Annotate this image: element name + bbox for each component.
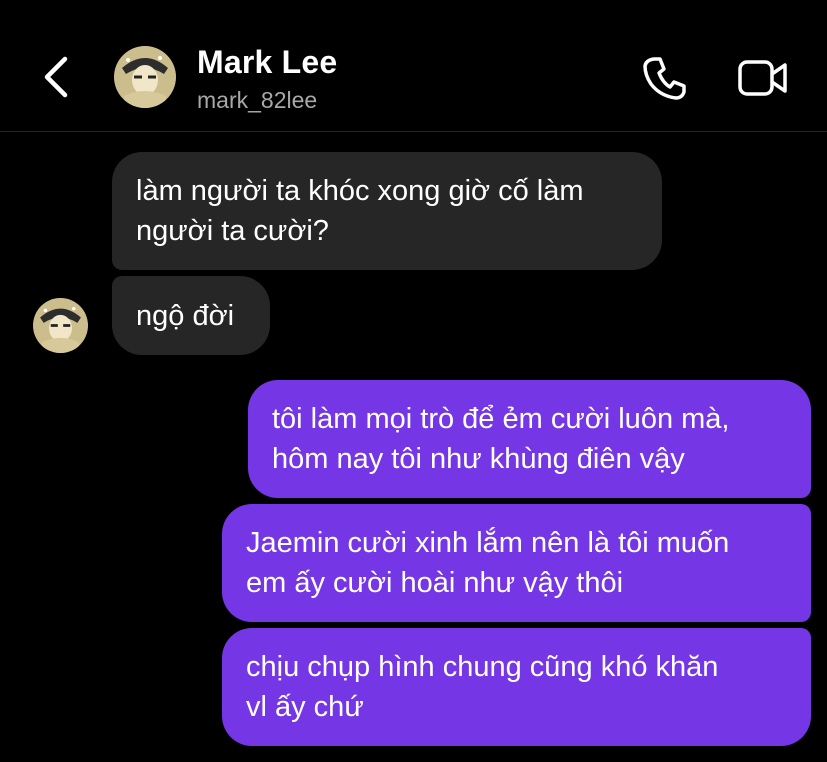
message-bubble-outgoing[interactable]: tôi làm mọi trò để ẻm cười luôn mà, hôm … [248,380,811,498]
avatar[interactable] [114,46,176,108]
sender-avatar[interactable] [33,298,88,353]
avatar-image [114,46,176,108]
message-bubble-outgoing[interactable]: chịu chụp hình chung cũng khó khăn vl ấy… [222,628,811,746]
video-call-button[interactable] [735,52,791,104]
phone-icon [643,57,686,100]
contact-name[interactable]: Mark Lee [197,44,337,81]
back-button[interactable] [36,50,76,104]
call-button[interactable] [636,52,692,104]
chat-header: Mark Lee mark_82lee [0,0,827,132]
message-bubble-incoming[interactable]: ngộ đời [112,276,270,355]
video-camera-icon [738,60,787,96]
avatar-image [33,298,88,353]
contact-username[interactable]: mark_82lee [197,87,317,114]
chevron-left-icon [44,56,68,98]
message-bubble-incoming[interactable]: làm người ta khóc xong giờ cố làm người … [112,152,662,270]
message-bubble-outgoing[interactable]: Jaemin cười xinh lắm nên là tôi muốn em … [222,504,811,622]
